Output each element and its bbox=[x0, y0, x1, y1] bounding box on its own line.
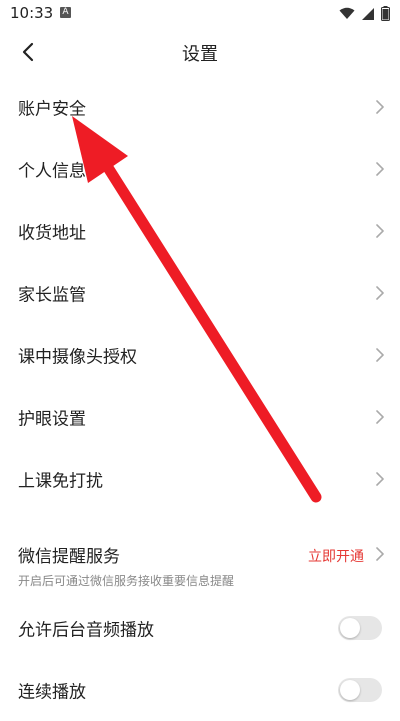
settings-item-label: 个人信息 bbox=[18, 161, 86, 182]
chevron-right-icon bbox=[376, 547, 384, 561]
status-time: 10:33 bbox=[10, 4, 54, 22]
settings-item-eye-protection[interactable]: 护眼设置 bbox=[0, 386, 400, 448]
background-audio-toggle[interactable] bbox=[338, 616, 382, 640]
notification-badge-icon: A bbox=[60, 7, 71, 18]
chevron-right-icon bbox=[376, 410, 384, 424]
settings-item-label: 账户安全 bbox=[18, 99, 86, 120]
settings-item-do-not-disturb[interactable]: 上课免打扰 bbox=[0, 448, 400, 510]
settings-item-shipping-address[interactable]: 收货地址 bbox=[0, 200, 400, 262]
settings-item-background-audio: 允许后台音频播放 bbox=[0, 597, 400, 659]
settings-item-label: 护眼设置 bbox=[18, 409, 86, 430]
status-icons bbox=[339, 6, 390, 21]
toggle-knob bbox=[340, 618, 360, 638]
settings-item-autoplay: 连续播放 bbox=[0, 659, 400, 721]
settings-item-label: 家长监管 bbox=[18, 285, 86, 306]
wifi-icon bbox=[339, 7, 355, 19]
chevron-right-icon bbox=[376, 162, 384, 176]
settings-item-label: 收货地址 bbox=[18, 223, 86, 244]
settings-item-camera-permission[interactable]: 课中摄像头授权 bbox=[0, 324, 400, 386]
settings-item-label: 课中摄像头授权 bbox=[18, 347, 137, 368]
settings-item-description: 开启后可通过微信服务接收重要信息提醒 bbox=[18, 574, 235, 588]
settings-item-account-security[interactable]: 账户安全 bbox=[0, 76, 400, 138]
status-bar: 10:33 A bbox=[0, 0, 400, 28]
page-title: 设置 bbox=[182, 44, 218, 65]
settings-item-label: 微信提醒服务 bbox=[18, 547, 120, 567]
chevron-right-icon bbox=[376, 472, 384, 486]
settings-item-wechat-reminder[interactable]: 微信提醒服务 开启后可通过微信服务接收重要信息提醒 立即开通 bbox=[0, 516, 400, 592]
battery-icon bbox=[381, 6, 390, 21]
toggle-knob bbox=[340, 680, 360, 700]
top-bar: 设置 bbox=[0, 28, 400, 76]
settings-item-personal-info[interactable]: 个人信息 bbox=[0, 138, 400, 200]
settings-item-label: 连续播放 bbox=[18, 682, 86, 703]
autoplay-toggle[interactable] bbox=[338, 678, 382, 702]
activate-now-link[interactable]: 立即开通 bbox=[308, 546, 364, 566]
settings-item-label: 上课免打扰 bbox=[18, 471, 103, 492]
settings-item-label: 允许后台音频播放 bbox=[18, 620, 154, 641]
chevron-right-icon bbox=[376, 100, 384, 114]
settings-item-parental-control[interactable]: 家长监管 bbox=[0, 262, 400, 324]
chevron-right-icon bbox=[376, 224, 384, 238]
chevron-right-icon bbox=[376, 348, 384, 362]
signal-icon bbox=[362, 7, 374, 20]
chevron-right-icon bbox=[376, 286, 384, 300]
